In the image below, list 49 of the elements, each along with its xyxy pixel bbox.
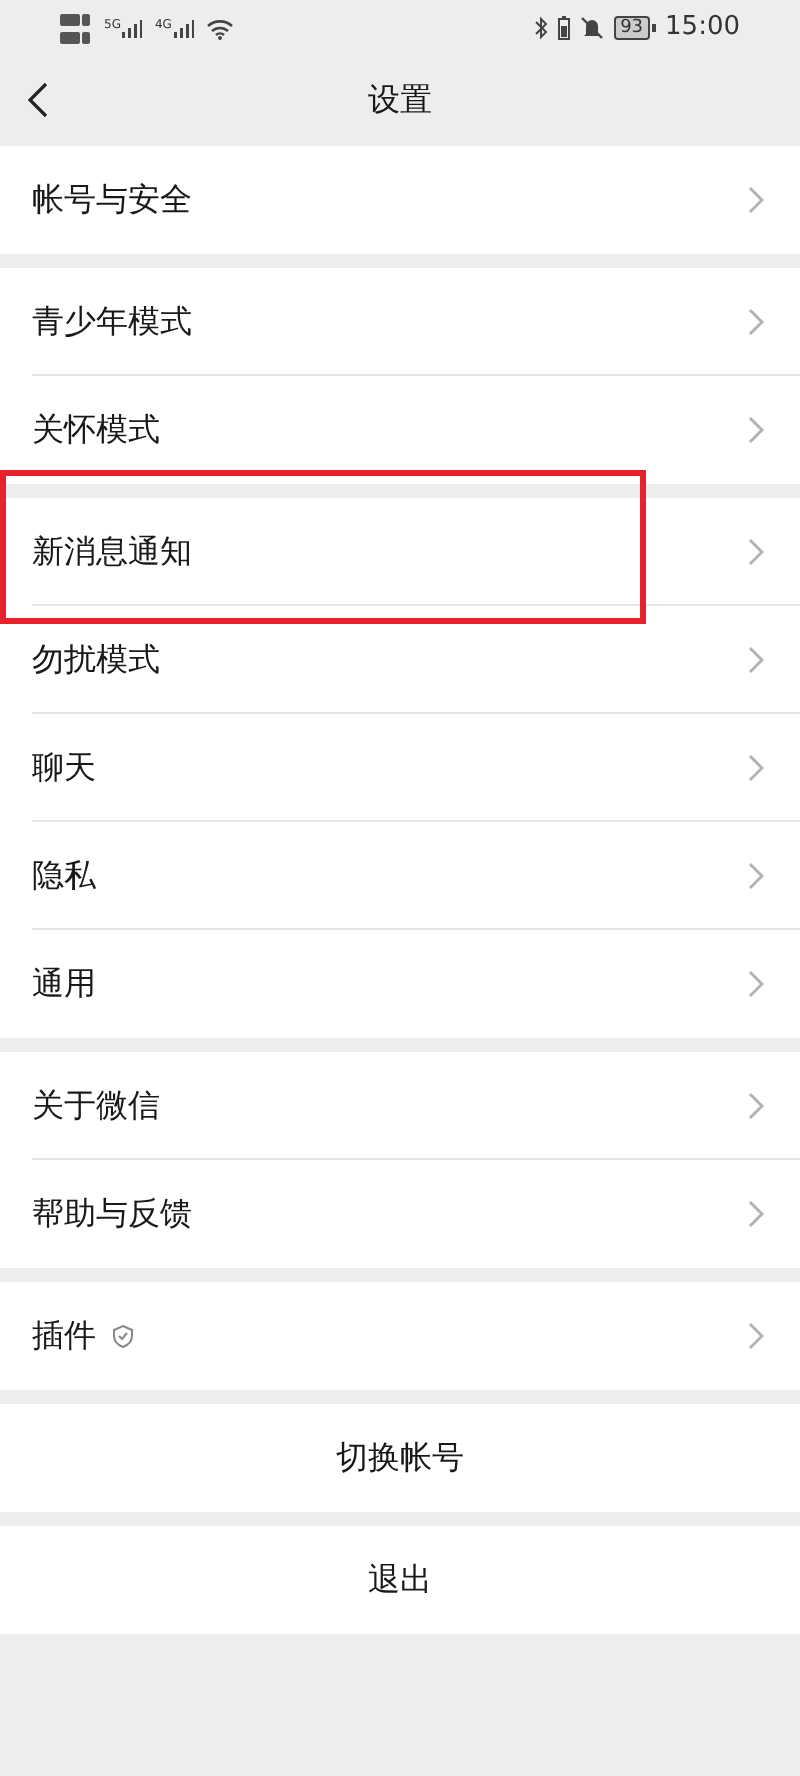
setting-label: 隐私 (32, 853, 96, 897)
settings-row[interactable]: 帐号与安全 (0, 146, 800, 254)
settings-row[interactable]: 聊天 (0, 714, 800, 822)
setting-label: 帐号与安全 (32, 178, 192, 222)
battery-level: 93 (614, 16, 650, 40)
chevron-right-icon (748, 1200, 764, 1228)
chevron-right-icon (748, 1091, 764, 1119)
muted-bell-icon (580, 16, 605, 40)
settings-row[interactable]: 隐私 (0, 822, 800, 930)
setting-label: 关于微信 (32, 1083, 160, 1127)
setting-label: 关怀模式 (32, 408, 160, 452)
page-title: 设置 (368, 78, 432, 122)
signal-icon (122, 19, 143, 37)
setting-label: 新消息通知 (32, 529, 192, 573)
setting-label: 插件 (32, 1314, 96, 1358)
action-label: 退出 (368, 1558, 432, 1602)
chevron-right-icon (748, 753, 764, 781)
wifi-icon (205, 17, 234, 39)
chevron-right-icon (748, 307, 764, 335)
sim-card-icon (60, 13, 92, 43)
chevron-right-icon (748, 861, 764, 889)
shield-icon (112, 1324, 134, 1348)
settings-row[interactable]: 关于微信 (0, 1052, 800, 1160)
settings-row[interactable]: 插件 (0, 1282, 800, 1390)
settings-row[interactable]: 关怀模式 (0, 376, 800, 484)
battery-small-icon (558, 16, 571, 40)
setting-label: 青少年模式 (32, 299, 192, 343)
chevron-right-icon (748, 416, 764, 444)
chevron-right-icon (748, 970, 764, 998)
settings-row[interactable]: 勿扰模式 (0, 606, 800, 714)
chevron-right-icon (748, 537, 764, 565)
chevron-right-icon (748, 645, 764, 673)
settings-row[interactable]: 通用 (0, 930, 800, 1038)
setting-label: 通用 (32, 962, 96, 1006)
settings-row[interactable]: 切换帐号 (0, 1404, 800, 1512)
chevron-right-icon (748, 186, 764, 214)
status-time: 15:00 (665, 10, 740, 47)
setting-label: 聊天 (32, 745, 96, 789)
setting-label: 帮助与反馈 (32, 1192, 192, 1236)
chevron-right-icon (748, 1322, 764, 1350)
action-label: 切换帐号 (336, 1436, 464, 1480)
settings-row[interactable]: 青少年模式 (0, 268, 800, 376)
settings-row[interactable]: 退出 (0, 1526, 800, 1634)
settings-row[interactable]: 帮助与反馈 (0, 1160, 800, 1268)
setting-label: 勿扰模式 (32, 637, 160, 681)
signal-icon (173, 19, 194, 37)
bluetooth-icon (534, 16, 549, 40)
back-icon (28, 82, 48, 118)
settings-row[interactable]: 新消息通知 (0, 498, 800, 606)
